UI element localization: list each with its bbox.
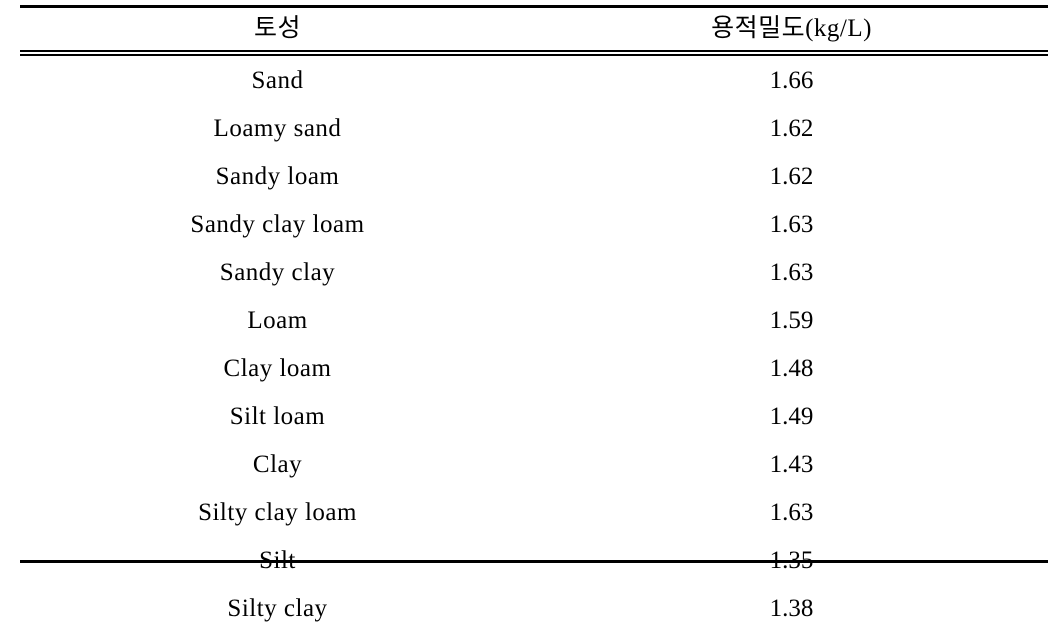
soil-texture-value: Clay loam (223, 355, 332, 382)
cell-soil-texture: Silt loam (20, 392, 535, 440)
table-row: Sand 1.66 (20, 51, 1048, 104)
table-row: Clay loam 1.48 (20, 344, 1048, 392)
soil-texture-value: Silty clay loam (198, 499, 357, 526)
column-header-bulk-density-label: 용적밀도(kg/L) (711, 15, 872, 42)
table-bottom-rule (20, 560, 1048, 563)
cell-bulk-density: 1.43 (535, 440, 1048, 488)
table-row: Loam 1.59 (20, 296, 1048, 344)
cell-soil-texture: Sandy clay (20, 248, 535, 296)
column-header-bulk-density: 용적밀도(kg/L) (535, 6, 1048, 54)
table-row: Clay 1.43 (20, 440, 1048, 488)
column-header-soil-texture-label: 토성 (253, 15, 301, 42)
soil-texture-value: Sandy clay loam (190, 211, 365, 238)
cell-soil-texture: Clay loam (20, 344, 535, 392)
table-row: Silt loam 1.49 (20, 392, 1048, 440)
bulk-density-value: 1.62 (769, 163, 814, 190)
cell-bulk-density: 1.66 (535, 51, 1048, 104)
bulk-density-value: 1.43 (769, 451, 814, 478)
bulk-density-value: 1.63 (769, 259, 814, 286)
bulk-density-value: 1.66 (769, 67, 814, 94)
table-row: Silty clay loam 1.63 (20, 488, 1048, 536)
bulk-density-value: 1.63 (769, 499, 814, 526)
cell-bulk-density: 1.63 (535, 200, 1048, 248)
soil-texture-value: Silt loam (229, 403, 326, 430)
soil-texture-value: Sandy loam (215, 163, 340, 190)
soil-texture-value: Loam (247, 307, 308, 334)
bulk-density-table-container: 토성 용적밀도(kg/L) Sand 1.66 Loamy sand 1.62 … (20, 5, 1048, 633)
soil-texture-value: Sandy clay (219, 259, 336, 286)
soil-texture-value: Silty clay (227, 595, 328, 622)
table-row: Loamy sand 1.62 (20, 104, 1048, 152)
cell-bulk-density: 1.59 (535, 296, 1048, 344)
table-body: Sand 1.66 Loamy sand 1.62 Sandy loam 1.6… (20, 51, 1048, 633)
cell-bulk-density: 1.38 (535, 584, 1048, 633)
bulk-density-value: 1.48 (769, 355, 814, 382)
table-row: Sandy loam 1.62 (20, 152, 1048, 200)
cell-soil-texture: Sandy clay loam (20, 200, 535, 248)
column-header-soil-texture: 토성 (20, 6, 535, 54)
cell-bulk-density: 1.62 (535, 104, 1048, 152)
cell-bulk-density: 1.63 (535, 488, 1048, 536)
cell-soil-texture: Sandy loam (20, 152, 535, 200)
bulk-density-value: 1.63 (769, 211, 814, 238)
bulk-density-table: 토성 용적밀도(kg/L) Sand 1.66 Loamy sand 1.62 … (20, 5, 1048, 633)
bulk-density-value: 1.62 (769, 115, 814, 142)
bulk-density-value: 1.49 (769, 403, 814, 430)
bulk-density-value: 1.59 (769, 307, 814, 334)
cell-bulk-density: 1.48 (535, 344, 1048, 392)
cell-soil-texture: Silty clay loam (20, 488, 535, 536)
cell-soil-texture: Clay (20, 440, 535, 488)
table-row: Silty clay 1.38 (20, 584, 1048, 633)
cell-soil-texture: Silty clay (20, 584, 535, 633)
header-row: 토성 용적밀도(kg/L) (20, 6, 1048, 54)
soil-texture-value: Sand (251, 67, 304, 94)
soil-texture-value: Loamy sand (213, 115, 342, 142)
cell-bulk-density: 1.62 (535, 152, 1048, 200)
cell-bulk-density: 1.49 (535, 392, 1048, 440)
table-header: 토성 용적밀도(kg/L) (20, 6, 1048, 54)
table-row: Sandy clay loam 1.63 (20, 200, 1048, 248)
cell-soil-texture: Loam (20, 296, 535, 344)
cell-soil-texture: Loamy sand (20, 104, 535, 152)
bulk-density-value: 1.38 (769, 595, 814, 622)
table-row: Sandy clay 1.63 (20, 248, 1048, 296)
cell-bulk-density: 1.63 (535, 248, 1048, 296)
cell-soil-texture: Sand (20, 51, 535, 104)
soil-texture-value: Clay (252, 451, 303, 478)
